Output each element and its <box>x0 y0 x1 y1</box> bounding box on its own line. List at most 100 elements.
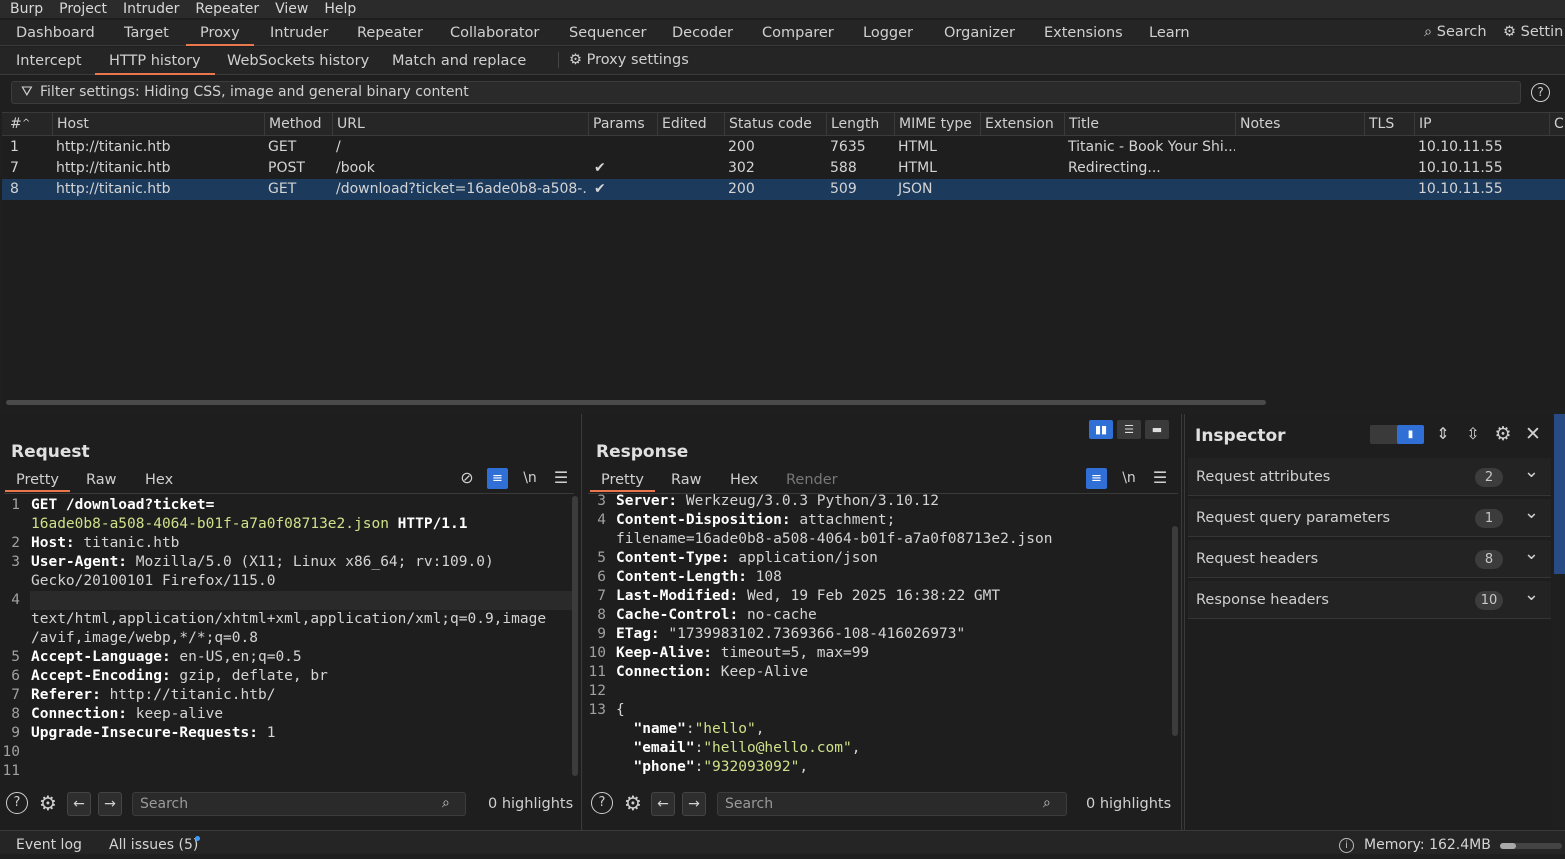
column-header-mime-type[interactable]: MIME type <box>894 113 980 136</box>
menu-project[interactable]: Project <box>51 0 115 18</box>
request-search-input[interactable]: Search <box>132 792 466 816</box>
tab-response-render[interactable]: Render <box>786 468 838 492</box>
previous-button[interactable]: ← <box>67 792 91 816</box>
layout-side-by-side-icon[interactable]: ▮▮ <box>1089 420 1113 439</box>
chevron-down-icon[interactable]: ⌄ <box>1524 494 1539 532</box>
chevron-down-icon[interactable]: ⌄ <box>1524 576 1539 614</box>
menu-help[interactable]: Help <box>316 0 364 18</box>
layout-stacked-icon[interactable]: ☰ <box>1117 420 1141 439</box>
column-header-tls[interactable]: TLS <box>1364 113 1414 136</box>
tab-match-and-replace[interactable]: Match and replace <box>392 47 526 75</box>
all-issues-link[interactable]: All issues (5) <box>109 831 198 859</box>
cell-ip: 10.10.11.55 <box>1418 160 1503 176</box>
code-line: GET /download?ticket= <box>31 496 214 515</box>
tab-learn[interactable]: Learn <box>1149 20 1190 46</box>
request-scrollbar[interactable] <box>572 496 578 776</box>
column-header-ip[interactable]: IP <box>1414 113 1549 136</box>
inspector-layout-active-icon[interactable]: ▮ <box>1397 425 1424 444</box>
layout-single-icon[interactable]: ▬ <box>1145 420 1169 439</box>
help-icon[interactable]: ? <box>1531 83 1550 102</box>
next-button[interactable]: → <box>682 792 706 816</box>
column-header-params[interactable]: Params <box>588 113 657 136</box>
newline-icon[interactable]: \n <box>1117 466 1141 490</box>
gear-icon[interactable]: ⚙ <box>1491 422 1515 446</box>
tab-request-hex[interactable]: Hex <box>145 468 173 492</box>
tab-logger[interactable]: Logger <box>863 20 913 46</box>
tab-collaborator[interactable]: Collaborator <box>450 20 539 46</box>
column-header-extension[interactable]: Extension <box>980 113 1064 136</box>
column-header-url[interactable]: URL <box>332 113 588 136</box>
gear-icon[interactable]: ⚙ <box>621 791 645 815</box>
global-search[interactable]: ⌕ Search <box>1424 24 1487 40</box>
tab-extensions[interactable]: Extensions <box>1044 20 1123 46</box>
global-settings[interactable]: ⚙ Settin <box>1503 24 1563 40</box>
menu-burp[interactable]: Burp <box>0 0 51 18</box>
inspector-section-response-headers[interactable]: Response headers 10 ⌄ <box>1188 581 1551 619</box>
wrap-lines-icon[interactable]: ≡ <box>487 468 508 489</box>
tab-proxy[interactable]: Proxy <box>186 20 254 46</box>
inspector-scrollbar[interactable] <box>1554 414 1565 574</box>
tab-http-history[interactable]: HTTP history <box>95 47 215 75</box>
menu-view[interactable]: View <box>267 0 316 18</box>
tab-intercept[interactable]: Intercept <box>16 47 82 75</box>
column-header-title[interactable]: Title <box>1064 113 1235 136</box>
gear-icon[interactable]: ⚙ <box>36 791 60 815</box>
column-header-notes[interactable]: Notes <box>1235 113 1364 136</box>
tab-response-pretty[interactable]: Pretty <box>590 468 656 492</box>
tab-request-raw[interactable]: Raw <box>86 468 117 492</box>
tab-dashboard[interactable]: Dashboard <box>16 20 95 46</box>
close-icon[interactable]: ✕ <box>1521 422 1545 446</box>
tab-organizer[interactable]: Organizer <box>944 20 1015 46</box>
proxy-settings-button[interactable]: ⚙ Proxy settings <box>558 52 689 68</box>
response-scrollbar[interactable] <box>1172 526 1178 736</box>
tab-response-hex[interactable]: Hex <box>730 468 758 492</box>
filter-settings-bar[interactable]: ⛛ Filter settings: Hiding CSS, image and… <box>11 81 1521 104</box>
menu-icon[interactable]: ☰ <box>1148 466 1172 490</box>
event-log-link[interactable]: Event log <box>16 831 82 859</box>
tab-decoder[interactable]: Decoder <box>672 20 733 46</box>
table-row[interactable]: 7 http://titanic.htb POST/book ✔ 302 588 HTML R… <box>2 158 1565 179</box>
column-header-method[interactable]: Method <box>264 113 332 136</box>
column-header-status-code[interactable]: Status code <box>724 113 826 136</box>
column-header-host[interactable]: Host <box>52 113 264 136</box>
menu-icon[interactable]: ☰ <box>549 466 573 490</box>
inspector-section-request-attributes[interactable]: Request attributes 2 ⌄ <box>1188 458 1551 496</box>
help-icon[interactable]: ? <box>6 792 28 814</box>
response-search-input[interactable]: Search <box>717 792 1067 816</box>
menu-repeater[interactable]: Repeater <box>187 0 267 18</box>
tab-comparer[interactable]: Comparer <box>762 20 834 46</box>
tab-request-pretty[interactable]: Pretty <box>5 468 71 492</box>
cell-ext <box>980 158 1064 179</box>
header-value: 1 <box>257 725 276 741</box>
tab-sequencer[interactable]: Sequencer <box>569 20 646 46</box>
section-label: Request query parameters <box>1196 510 1391 526</box>
wrap-lines-icon[interactable]: ≡ <box>1086 468 1107 489</box>
table-row[interactable]: 1 http://titanic.htb GET / 200 7635 HTML Titani… <box>2 137 1565 158</box>
collapse-all-icon[interactable]: ⇳ <box>1461 422 1485 446</box>
column-header-length[interactable]: Length <box>826 113 894 136</box>
column-header-edited[interactable]: Edited <box>657 113 724 136</box>
previous-button[interactable]: ← <box>651 792 675 816</box>
tab-websockets-history[interactable]: WebSockets history <box>227 47 369 75</box>
next-button[interactable]: → <box>98 792 122 816</box>
table-row[interactable]: 8 http://titanic.htb GET/download?ticket=1… <box>2 179 1565 200</box>
chevron-down-icon[interactable]: ⌄ <box>1524 453 1539 491</box>
column-header-c[interactable]: C <box>1549 113 1565 136</box>
tab-response-raw[interactable]: Raw <box>671 468 702 492</box>
tab-intruder[interactable]: Intruder <box>270 20 328 46</box>
horizontal-scrollbar[interactable] <box>6 400 1266 405</box>
inspector-section-request-query-parameters[interactable]: Request query parameters 1 ⌄ <box>1188 499 1551 537</box>
tab-target[interactable]: Target <box>124 20 169 46</box>
menu-intruder[interactable]: Intruder <box>115 0 187 18</box>
chevron-down-icon[interactable]: ⌄ <box>1524 535 1539 573</box>
newline-icon[interactable]: \n <box>518 466 542 490</box>
header-name: Keep-Alive: <box>616 645 713 661</box>
response-editor[interactable]: 3 Server: Werkzeug/3.0.3 Python/3.10.12 4 C… <box>584 492 1172 780</box>
hide-nonprintable-icon[interactable]: ⊘ <box>455 466 479 490</box>
tab-repeater[interactable]: Repeater <box>357 20 423 46</box>
request-editor[interactable]: 1 GET /download?ticket= 16ade0b8-a508-4064… <box>0 496 572 781</box>
expand-all-icon[interactable]: ⇕ <box>1431 422 1455 446</box>
inspector-section-request-headers[interactable]: Request headers 8 ⌄ <box>1188 540 1551 578</box>
help-icon[interactable]: ? <box>591 792 613 814</box>
code-line: /avif,image/webp,*/*;q=0.8 <box>31 629 258 648</box>
